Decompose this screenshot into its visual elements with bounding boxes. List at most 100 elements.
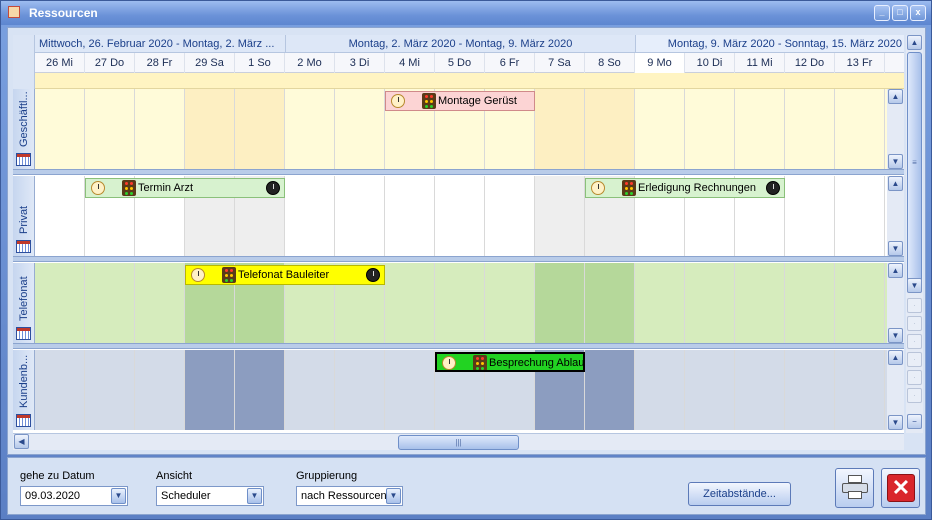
row-scroll-down-button[interactable]: ▼ [888,154,903,169]
collapse-button[interactable]: − [907,414,922,429]
time-cell[interactable] [785,350,835,430]
day-header-16[interactable]: 13 Fr [835,53,885,73]
time-cell[interactable] [385,350,435,430]
nav-button-1[interactable]: · [907,298,922,313]
day-header-8[interactable]: 5 Do [435,53,485,73]
nav-button-2[interactable]: · [907,316,922,331]
day-header-5[interactable]: 2 Mo [285,53,335,73]
time-cell[interactable] [35,89,85,169]
time-cell[interactable] [335,176,385,256]
time-cell[interactable] [735,89,785,169]
time-cell[interactable] [235,350,285,430]
calendar-icon[interactable] [16,240,31,253]
appointment[interactable]: Montage Gerüst [385,91,535,111]
appointment[interactable]: Besprechung Ablauf m [435,352,585,372]
time-cell[interactable] [785,89,835,169]
scroll-down-button[interactable]: ▼ [907,278,922,293]
nav-button-4[interactable]: · [907,352,922,367]
row-scroll-up-button[interactable]: ▲ [888,176,903,191]
row-scroll-down-button[interactable]: ▼ [888,328,903,343]
time-cell[interactable] [585,350,635,430]
view-combo[interactable]: Scheduler ▼ [156,486,264,506]
appointment[interactable]: Termin Arzt [85,178,285,198]
row-scroll-down-button[interactable]: ▼ [888,415,903,430]
maximize-button[interactable]: □ [892,5,908,21]
time-cell[interactable] [135,263,185,343]
group-combo[interactable]: nach Ressourcen ▼ [296,486,403,506]
time-cell[interactable] [535,176,585,256]
all-day-row[interactable] [35,73,904,89]
time-cell[interactable] [785,263,835,343]
time-cell[interactable] [585,89,635,169]
time-cell[interactable] [685,89,735,169]
day-header-14[interactable]: 11 Mi [735,53,785,73]
resource-scrollbar[interactable]: ▲ ≡ ▼ · · · · · · − [906,35,923,433]
time-cell[interactable] [185,89,235,169]
row-scroll-down-button[interactable]: ▼ [888,241,903,256]
row-scroll-up-button[interactable]: ▲ [888,350,903,365]
row-scrollbar[interactable]: ▲ ▼ [887,263,904,343]
day-header-12[interactable]: 9 Mo [635,53,685,73]
time-cell[interactable] [585,263,635,343]
time-cell[interactable] [535,89,585,169]
resource-label[interactable]: Telefonat [13,263,35,343]
horizontal-scroll-thumb[interactable]: ||| [398,435,519,450]
row-scroll-up-button[interactable]: ▲ [888,89,903,104]
day-header-3[interactable]: 29 Sa [185,53,235,73]
day-header-13[interactable]: 10 Di [685,53,735,73]
time-cell[interactable] [385,176,435,256]
time-cell[interactable] [785,176,835,256]
time-cell[interactable] [285,350,335,430]
time-intervals-button[interactable]: Zeitabstände... [688,482,791,506]
day-header-10[interactable]: 7 Sa [535,53,585,73]
horizontal-scrollbar[interactable]: ◀ ||| [13,433,904,450]
print-button[interactable] [835,468,874,508]
date-combo[interactable]: 09.03.2020 ▼ [20,486,128,506]
time-cell[interactable] [635,89,685,169]
time-cell[interactable] [35,350,85,430]
time-cell[interactable] [835,263,885,343]
close-window-button[interactable]: x [910,5,926,21]
day-header-17[interactable]: 14 [885,53,904,73]
time-cell[interactable] [85,89,135,169]
time-cell[interactable] [485,263,535,343]
calendar-icon[interactable] [16,153,31,166]
minimize-button[interactable]: _ [874,5,890,21]
row-scrollbar[interactable]: ▲ ▼ [887,89,904,169]
nav-button-3[interactable]: · [907,334,922,349]
time-cell[interactable] [735,263,785,343]
time-cell[interactable] [35,263,85,343]
time-cell[interactable] [485,176,535,256]
day-header-6[interactable]: 3 Di [335,53,385,73]
resource-label[interactable]: Privat [13,176,35,256]
time-cell[interactable] [285,89,335,169]
close-button[interactable]: ✕ [881,468,920,508]
resource-label[interactable]: Kundenb... [13,350,35,430]
time-cell[interactable] [135,89,185,169]
appointment[interactable]: Telefonat Bauleiter [185,265,385,285]
time-cell[interactable] [285,176,335,256]
appointment[interactable]: Erledigung Rechnungen [585,178,785,198]
time-cell[interactable] [685,350,735,430]
chevron-down-icon[interactable]: ▼ [247,488,262,504]
time-cell[interactable] [335,89,385,169]
time-cell[interactable] [135,350,185,430]
time-cell[interactable] [85,263,135,343]
time-cell[interactable] [235,89,285,169]
row-scroll-up-button[interactable]: ▲ [888,263,903,278]
day-header-7[interactable]: 4 Mi [385,53,435,73]
scroll-left-button[interactable]: ◀ [14,434,29,449]
row-scrollbar[interactable]: ▲ ▼ [887,350,904,430]
time-cell[interactable] [685,263,735,343]
day-header-0[interactable]: 26 Mi [35,53,85,73]
day-header-11[interactable]: 8 So [585,53,635,73]
resource-label[interactable]: Geschäftl... [13,89,35,169]
time-cell[interactable] [635,263,685,343]
day-header-15[interactable]: 12 Do [785,53,835,73]
time-cell[interactable] [835,350,885,430]
scheduler-grid[interactable]: Mittwoch, 26. Februar 2020 - Montag, 2. … [13,35,904,434]
calendar-icon[interactable] [16,327,31,340]
time-cell[interactable] [735,350,785,430]
nav-button-5[interactable]: · [907,370,922,385]
scroll-up-button[interactable]: ▲ [907,35,922,50]
